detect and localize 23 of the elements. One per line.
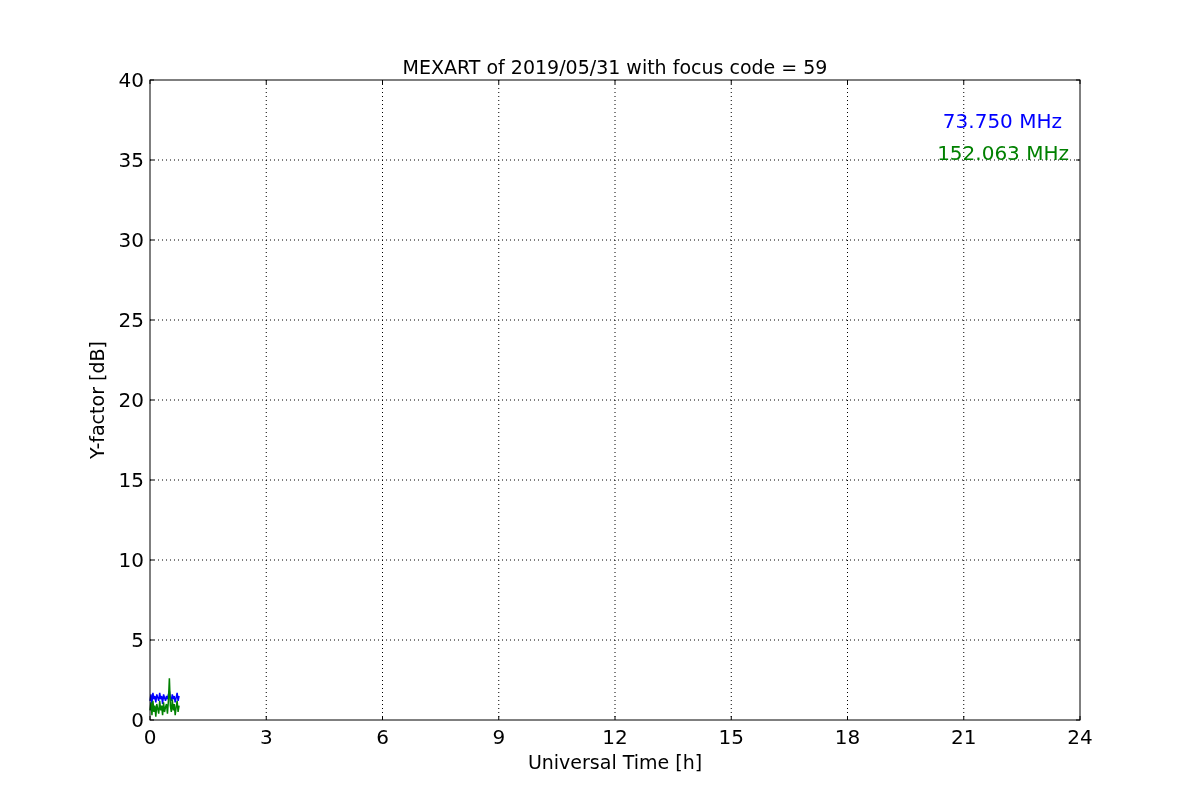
x-tick-label: 6	[376, 725, 389, 749]
x-tick-label: 24	[1067, 725, 1093, 749]
y-tick-label: 40	[118, 68, 144, 92]
legend-label: 73.750 MHz	[942, 109, 1062, 133]
y-tick-label: 35	[118, 148, 144, 172]
y-axis-label: Y-factor [dB]	[86, 341, 108, 459]
x-tick-label: 18	[834, 725, 861, 749]
x-axis-label: Universal Time [h]	[527, 751, 703, 773]
x-tick-label: 0	[143, 725, 157, 749]
x-tick-label: 3	[259, 725, 273, 749]
y-tick-label: 5	[131, 628, 144, 652]
y-tick-label: 15	[118, 468, 144, 492]
y-tick-label: 30	[118, 228, 144, 252]
x-tick-label: 9	[492, 725, 506, 749]
legend-label: 152.063 MHz	[937, 141, 1069, 165]
y-tick-label: 20	[118, 388, 144, 412]
chart-title: MEXART of 2019/05/31 with focus code = 59	[402, 56, 828, 78]
x-tick-label: 12	[602, 725, 628, 749]
x-tick-label: 21	[951, 725, 977, 749]
y-tick-label: 0	[131, 708, 144, 732]
y-tick-label: 10	[118, 548, 144, 572]
x-tick-label: 15	[718, 725, 744, 749]
y-tick-label: 25	[118, 308, 144, 332]
